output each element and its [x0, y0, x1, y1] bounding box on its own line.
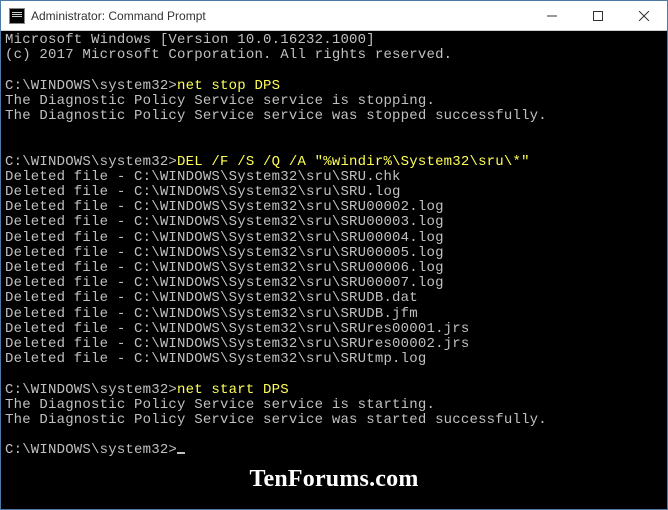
minimize-button[interactable]	[529, 1, 575, 31]
titlebar[interactable]: Administrator: Command Prompt	[1, 1, 667, 31]
prompt: C:\WINDOWS\system32>	[5, 382, 177, 398]
command-prompt-window: Administrator: Command Prompt Microsoft …	[0, 0, 668, 510]
start-output-2: The Diagnostic Policy Service service wa…	[5, 412, 547, 428]
close-button[interactable]	[621, 1, 667, 31]
prompt: C:\WINDOWS\system32>	[5, 442, 177, 458]
command-stop: net stop DPS	[177, 78, 280, 94]
maximize-button[interactable]	[575, 1, 621, 31]
prompt: C:\WINDOWS\system32>	[5, 78, 177, 94]
stop-output-2: The Diagnostic Policy Service service wa…	[5, 108, 547, 124]
watermark-text: TenForums.com	[249, 472, 418, 487]
cmd-app-icon	[9, 8, 25, 24]
cursor	[177, 452, 185, 454]
prompt: C:\WINDOWS\system32>	[5, 154, 177, 170]
command-start: net start DPS	[177, 382, 289, 398]
header-line-1: Microsoft Windows [Version 10.0.16232.10…	[5, 32, 375, 48]
command-del: DEL /F /S /Q /A "%windir%\System32\sru\*…	[177, 154, 530, 170]
window-title: Administrator: Command Prompt	[31, 9, 206, 23]
console-area[interactable]: Microsoft Windows [Version 10.0.16232.10…	[1, 31, 667, 509]
stop-output-1: The Diagnostic Policy Service service is…	[5, 93, 435, 109]
start-output-1: The Diagnostic Policy Service service is…	[5, 397, 435, 413]
deleted-files-block: Deleted file - C:\WINDOWS\System32\sru\S…	[5, 169, 469, 367]
header-line-2: (c) 2017 Microsoft Corporation. All righ…	[5, 47, 452, 63]
